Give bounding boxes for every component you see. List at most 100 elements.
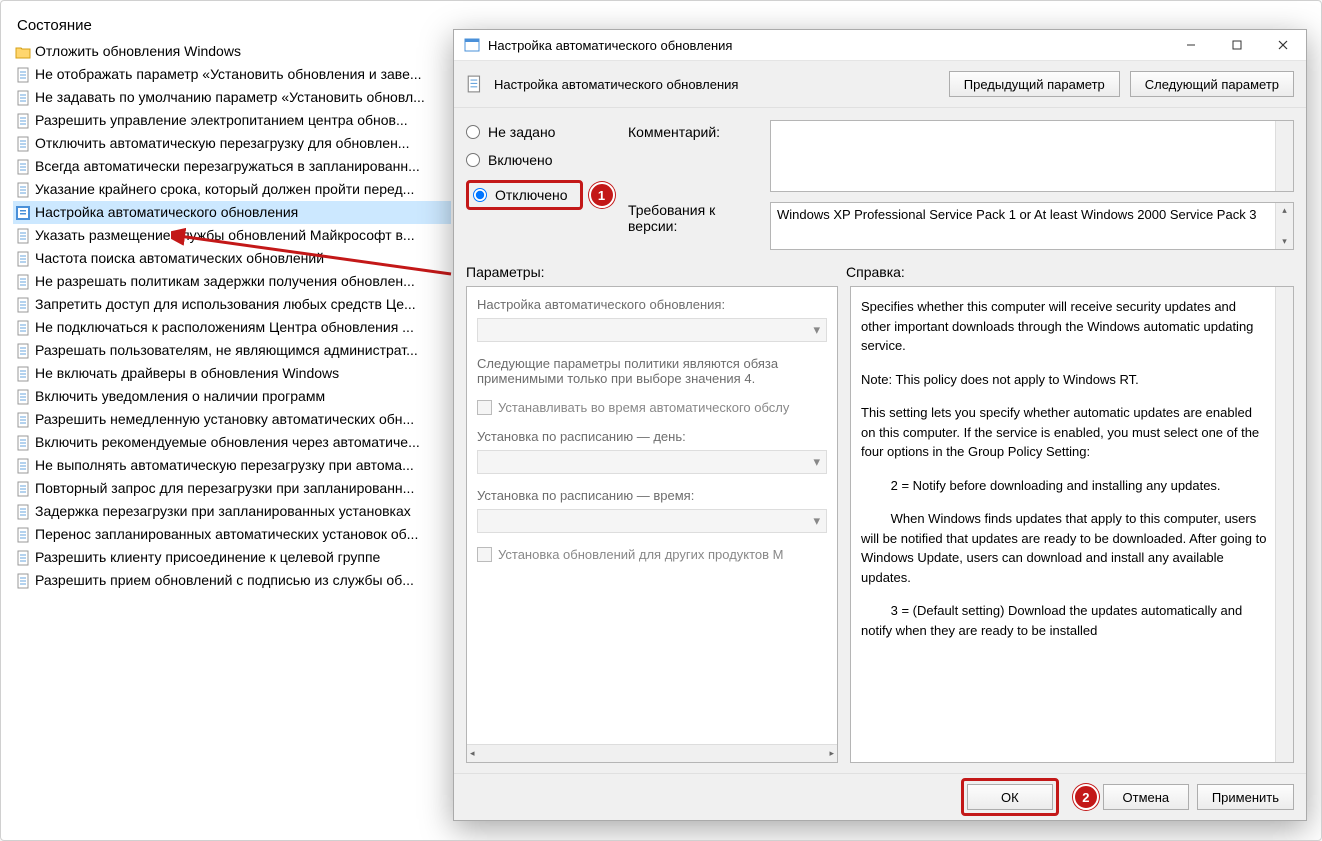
v-scrollbar[interactable] <box>1275 287 1293 762</box>
tree-item[interactable]: Разрешить прием обновлений с подписью из… <box>13 569 451 592</box>
policy-icon <box>15 67 31 83</box>
ok-button[interactable]: ОК <box>967 784 1053 810</box>
requirements-box: Windows XP Professional Service Pack 1 o… <box>770 202 1294 250</box>
policy-icon <box>15 228 31 244</box>
radio-enabled[interactable]: Включено <box>466 152 616 168</box>
policy-icon <box>15 573 31 589</box>
dialog-title: Настройка автоматического обновления <box>488 38 1168 53</box>
dialog-footer: ОК 2 Отмена Применить <box>454 773 1306 820</box>
step-badge-2: 2 <box>1073 784 1099 810</box>
help-p1: Specifies whether this computer will rec… <box>861 297 1267 356</box>
tree-item[interactable]: Запретить доступ для использования любых… <box>13 293 451 316</box>
policy-icon <box>15 113 31 129</box>
param-auto-update-combo[interactable]: ▾ <box>477 318 827 342</box>
tree-item[interactable]: Разрешить клиенту присоединение к целево… <box>13 546 451 569</box>
cancel-button[interactable]: Отмена <box>1103 784 1189 810</box>
radio-not-configured[interactable]: Не задано <box>466 124 616 140</box>
dialog-header: Настройка автоматического обновления Пре… <box>454 61 1306 108</box>
policy-list-pane: Состояние Отложить обновления WindowsНе … <box>13 13 451 809</box>
scrollbar[interactable]: ▴▾ <box>1275 203 1293 249</box>
maximize-button[interactable] <box>1214 30 1260 60</box>
tree-item[interactable]: Не задавать по умолчанию параметр «Устан… <box>13 86 451 109</box>
policy-icon <box>15 251 31 267</box>
requirements-label: Требования к версии: <box>628 202 758 234</box>
tree-item[interactable]: Всегда автоматически перезагружаться в з… <box>13 155 451 178</box>
help-p5: When Windows finds updates that apply to… <box>861 509 1267 587</box>
policy-icon <box>15 274 31 290</box>
param-day-label: Установка по расписанию — день: <box>477 429 827 444</box>
tree-item[interactable]: Не отображать параметр «Установить обнов… <box>13 63 451 86</box>
tree-item[interactable]: Указание крайнего срока, который должен … <box>13 178 451 201</box>
policy-selected-icon <box>15 205 31 221</box>
policy-icon <box>15 297 31 313</box>
policy-tree[interactable]: Отложить обновления WindowsНе отображать… <box>13 40 451 592</box>
policy-icon <box>15 435 31 451</box>
tree-item[interactable]: Включить уведомления о наличии программ <box>13 385 451 408</box>
pane-header: Состояние <box>13 13 451 40</box>
app-window: Состояние Отложить обновления WindowsНе … <box>0 0 1322 841</box>
param-chk-other-products[interactable]: Установка обновлений для других продукто… <box>477 547 827 562</box>
param-time-label: Установка по расписанию — время: <box>477 488 827 503</box>
tree-item[interactable]: Не включать драйверы в обновления Window… <box>13 362 451 385</box>
param-day-combo[interactable]: ▾ <box>477 450 827 474</box>
radio-disabled[interactable]: Отключено <box>471 185 570 205</box>
help-label: Справка: <box>846 264 905 280</box>
policy-icon <box>466 75 484 93</box>
policy-icon <box>15 182 31 198</box>
scrollbar[interactable] <box>1275 121 1293 191</box>
policy-icon <box>15 343 31 359</box>
section-labels: Параметры: Справка: <box>454 258 1306 282</box>
dialog-titlebar: Настройка автоматического обновления <box>454 30 1306 61</box>
dialog-heading: Настройка автоматического обновления <box>494 77 939 92</box>
tree-item[interactable]: Не разрешать политикам задержки получени… <box>13 270 451 293</box>
tree-folder[interactable]: Отложить обновления Windows <box>13 40 451 63</box>
tree-item[interactable]: Задержка перезагрузки при запланированны… <box>13 500 451 523</box>
close-button[interactable] <box>1260 30 1306 60</box>
policy-icon <box>15 136 31 152</box>
help-pane: Specifies whether this computer will rec… <box>850 286 1294 763</box>
params-content: Настройка автоматического обновления: ▾ … <box>467 287 837 744</box>
minimize-button[interactable] <box>1168 30 1214 60</box>
param-chk-maintenance[interactable]: Устанавливать во время автоматического о… <box>477 400 827 415</box>
next-setting-button[interactable]: Следующий параметр <box>1130 71 1294 97</box>
help-p6: 3 = (Default setting) Download the updat… <box>861 601 1267 640</box>
param-note-1: Следующие параметры политики являются об… <box>477 356 827 371</box>
policy-icon <box>15 458 31 474</box>
help-content: Specifies whether this computer will rec… <box>851 287 1293 664</box>
param-auto-update-label: Настройка автоматического обновления: <box>477 297 827 312</box>
tree-item[interactable]: Разрешать пользователям, не являющимся а… <box>13 339 451 362</box>
policy-icon <box>15 550 31 566</box>
param-note-2: применимыми только при выборе значения 4… <box>477 371 827 386</box>
tree-item[interactable]: Не выполнять автоматическую перезагрузку… <box>13 454 451 477</box>
dialog-icon <box>464 37 480 53</box>
tree-item[interactable]: Отключить автоматическую перезагрузку дл… <box>13 132 451 155</box>
tree-item[interactable]: Указать размещение службы обновлений Май… <box>13 224 451 247</box>
policy-icon <box>15 527 31 543</box>
tree-item[interactable]: Включить рекомендуемые обновления через … <box>13 431 451 454</box>
policy-icon <box>15 504 31 520</box>
comment-textarea[interactable] <box>770 120 1294 192</box>
tree-item[interactable]: Разрешить немедленную установку автомати… <box>13 408 451 431</box>
tree-item[interactable]: Разрешить управление электропитанием цен… <box>13 109 451 132</box>
param-time-combo[interactable]: ▾ <box>477 509 827 533</box>
tree-item[interactable]: Не подключаться к расположениям Центра о… <box>13 316 451 339</box>
help-p3: This setting lets you specify whether au… <box>861 403 1267 462</box>
prev-setting-button[interactable]: Предыдущий параметр <box>949 71 1120 97</box>
params-pane: Настройка автоматического обновления: ▾ … <box>466 286 838 763</box>
policy-icon <box>15 389 31 405</box>
apply-button[interactable]: Применить <box>1197 784 1294 810</box>
tree-item[interactable]: Частота поиска автоматических обновлений <box>13 247 451 270</box>
content-panes: Настройка автоматического обновления: ▾ … <box>454 282 1306 773</box>
field-labels: Комментарий: Требования к версии: <box>628 120 758 250</box>
tree-item[interactable]: Настройка автоматического обновления <box>13 201 451 224</box>
policy-icon <box>15 366 31 382</box>
field-values: Windows XP Professional Service Pack 1 o… <box>770 120 1294 250</box>
policy-icon <box>15 159 31 175</box>
policy-icon <box>15 90 31 106</box>
tree-item[interactable]: Повторный запрос для перезагрузки при за… <box>13 477 451 500</box>
h-scrollbar[interactable]: ◂▸ <box>467 744 837 762</box>
policy-dialog: Настройка автоматического обновления Нас… <box>453 29 1307 821</box>
tree-item[interactable]: Перенос запланированных автоматических у… <box>13 523 451 546</box>
policy-icon <box>15 320 31 336</box>
policy-icon <box>15 412 31 428</box>
